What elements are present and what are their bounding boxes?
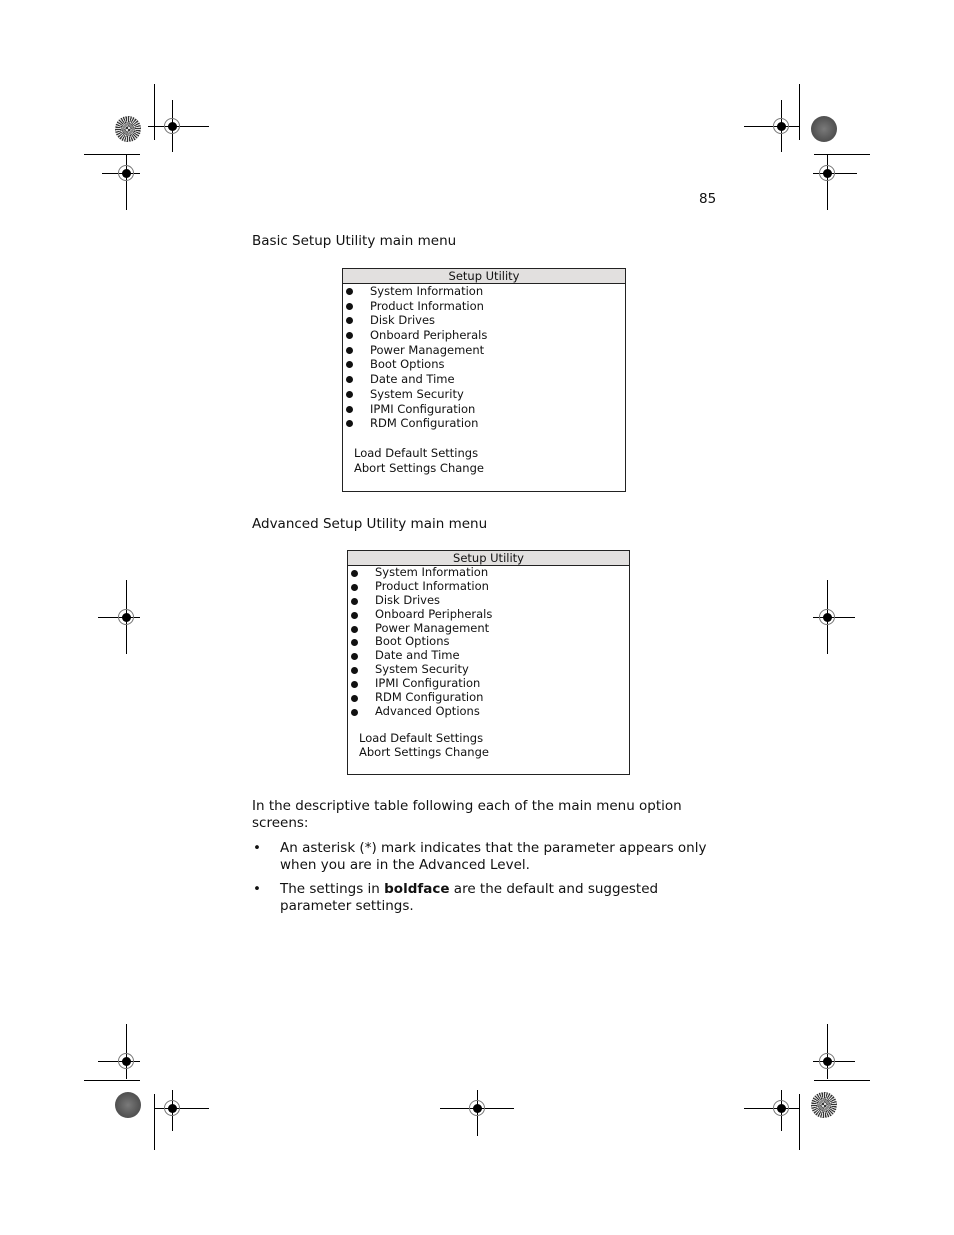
menu-item: Product Information	[343, 299, 625, 314]
bullet-icon	[346, 332, 353, 340]
bullet-icon	[351, 695, 358, 703]
menu-item-label: Advanced Options	[375, 703, 480, 718]
bullet-icon	[346, 420, 353, 428]
bullet-icon	[346, 302, 353, 310]
basic-setup-menu: Setup Utility System Information Product …	[342, 268, 626, 492]
starburst-disc-icon	[115, 116, 141, 142]
menu-item: Product Information	[348, 578, 629, 594]
menu-item: Power Management	[348, 620, 629, 636]
bullet-icon	[351, 611, 358, 619]
menu-item: Date and Time	[343, 372, 625, 387]
advanced-menu-caption: Advanced Setup Utility main menu	[252, 516, 488, 532]
menu-item-label: System Security	[370, 386, 464, 401]
bullet-icon	[346, 390, 353, 398]
menu-item: System Security	[343, 387, 625, 402]
menu-item: System Information	[343, 284, 625, 299]
gray-disc-icon	[115, 1092, 141, 1118]
bullet-icon	[346, 361, 353, 369]
note-text-prefix: The settings in	[280, 881, 385, 897]
menu-item: Date and Time	[348, 648, 629, 663]
menu-item-label: Onboard Peripherals	[375, 606, 493, 621]
menu-item-label: System Security	[375, 662, 469, 677]
menu-action: Abort Settings Change	[354, 460, 484, 475]
menu-item-label: Boot Options	[370, 357, 445, 372]
menu-item-label: RDM Configuration	[370, 416, 479, 431]
menu-actions: Load Default Settings Abort Settings Chan…	[343, 446, 625, 475]
notes-intro: In the descriptive table following each …	[252, 798, 682, 831]
bullet-icon	[351, 681, 358, 689]
menu-item: RDM Configuration	[343, 416, 625, 431]
menu-title: Setup Utility	[348, 551, 629, 566]
menu-item-label: Power Management	[370, 342, 485, 357]
crop-line	[814, 1080, 870, 1081]
crop-line	[84, 1080, 140, 1081]
menu-item-list: System Information Product Information Dis…	[348, 565, 629, 719]
menu-item-label: System Information	[375, 565, 489, 579]
bullet-icon	[346, 288, 353, 295]
menu-item: Disk Drives	[343, 313, 625, 328]
menu-item: Boot Options	[348, 635, 629, 649]
bullet-icon	[346, 405, 353, 413]
menu-item-label: Disk Drives	[370, 313, 436, 328]
bullet-icon	[346, 346, 353, 354]
crop-line	[84, 154, 140, 155]
menu-item: System Security	[348, 662, 629, 677]
bullet-icon	[351, 667, 358, 675]
note-text-bold: boldface	[384, 881, 450, 897]
menu-item: RDM Configuration	[348, 690, 629, 705]
menu-actions: Load Default Settings Abort Settings Chan…	[348, 730, 629, 760]
menu-item: Boot Options	[343, 357, 625, 372]
crop-line	[799, 1094, 800, 1150]
page-number: 85	[699, 191, 717, 207]
menu-item: Onboard Peripherals	[348, 606, 629, 622]
menu-title: Setup Utility	[343, 269, 625, 284]
bullet-icon	[351, 625, 358, 633]
menu-item: IPMI Configuration	[348, 676, 629, 691]
menu-action: Load Default Settings	[354, 445, 479, 460]
bullet-icon	[351, 597, 358, 605]
bullet-icon	[351, 708, 358, 716]
bullet-icon: •	[253, 840, 261, 856]
menu-item-label: IPMI Configuration	[375, 676, 481, 691]
crop-line	[799, 84, 800, 140]
crop-line	[814, 154, 870, 155]
crop-line	[154, 1094, 155, 1150]
note-bullet-asterisk: • An asterisk (*) mark indicates that th…	[252, 840, 722, 874]
menu-action: Load Default Settings	[359, 730, 484, 745]
menu-item: System Information	[348, 565, 629, 580]
menu-item-label: Date and Time	[375, 648, 460, 663]
menu-item: Disk Drives	[348, 592, 629, 608]
menu-item-label: Boot Options	[375, 634, 450, 649]
menu-item-label: System Information	[370, 284, 484, 298]
menu-action: Abort Settings Change	[359, 744, 489, 759]
note-text: An asterisk (*) mark indicates that the …	[280, 840, 707, 873]
menu-item-label: Product Information	[375, 578, 489, 593]
note-bullet-boldface: • The settings in boldface are the defau…	[252, 881, 722, 915]
bullet-icon	[351, 570, 358, 577]
menu-item-label: Date and Time	[370, 372, 455, 387]
bullet-icon	[351, 639, 358, 647]
menu-item: Power Management	[343, 343, 625, 358]
menu-item-list: System Information Product Information Dis…	[343, 284, 625, 431]
menu-item: IPMI Configuration	[343, 402, 625, 417]
menu-item-label: Power Management	[375, 620, 490, 635]
basic-menu-caption: Basic Setup Utility main menu	[252, 233, 457, 249]
menu-item-label: Disk Drives	[375, 592, 441, 607]
menu-item: Onboard Peripherals	[343, 328, 625, 343]
starburst-disc-icon	[811, 1092, 837, 1118]
bullet-icon	[351, 583, 358, 591]
menu-item: Advanced Options	[348, 703, 629, 719]
menu-item-label: RDM Configuration	[375, 690, 484, 705]
bullet-icon	[351, 653, 358, 661]
menu-item-label: Product Information	[370, 298, 484, 313]
bullet-icon: •	[253, 881, 261, 897]
bullet-icon	[346, 376, 353, 384]
notes-bullets: • An asterisk (*) mark indicates that th…	[252, 840, 722, 922]
menu-item-label: Onboard Peripherals	[370, 328, 488, 343]
menu-item-label: IPMI Configuration	[370, 401, 476, 416]
advanced-setup-menu: Setup Utility System Information Product …	[347, 550, 630, 775]
bullet-icon	[346, 317, 353, 325]
gray-disc-icon	[811, 116, 837, 142]
crop-line	[154, 84, 155, 140]
